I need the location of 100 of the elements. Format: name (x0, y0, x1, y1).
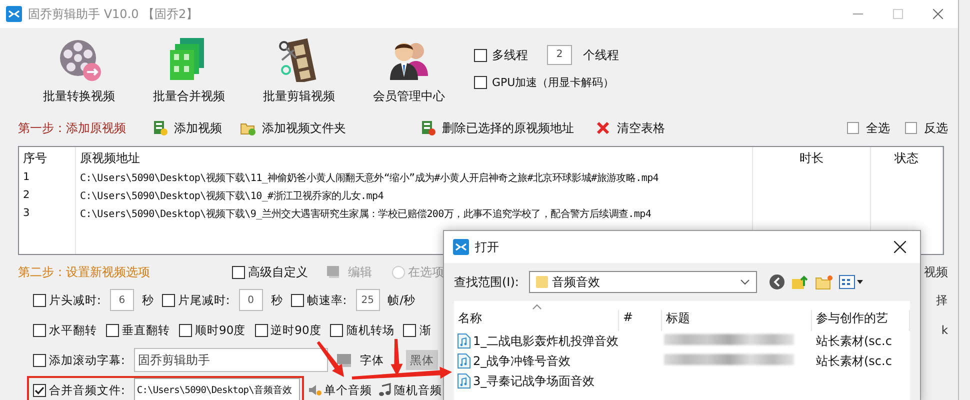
toolbar-button[interactable]: 清空表格 (595, 120, 695, 136)
artist-cell: 站长素材(sc.c (816, 354, 892, 368)
toolbar-button[interactable]: 添加视频 (152, 120, 240, 136)
checkbox[interactable] (403, 324, 416, 336)
music-note-icon (378, 383, 392, 397)
option-label: 择 (936, 292, 949, 308)
pencil-icon (326, 264, 342, 280)
table-cell: 3 (19, 205, 76, 223)
font-icon[interactable] (336, 351, 354, 369)
speaker-icon (308, 383, 322, 397)
cross-icon (595, 120, 611, 136)
new-folder-icon[interactable] (814, 274, 833, 290)
option-label: 视频 (924, 264, 949, 280)
window-title: 固乔剪辑助手 V10.0 【固乔2】 (28, 6, 198, 22)
toolbar-button[interactable]: 批量转换视频 (24, 28, 134, 106)
column-header[interactable]: 时长 (753, 147, 871, 169)
column-header[interactable]: # (619, 310, 662, 331)
column-header[interactable]: 标题 (662, 310, 812, 331)
checkbox-label: 多线程 (492, 46, 528, 64)
chevron-down-icon (740, 279, 750, 285)
checkbox[interactable] (106, 324, 119, 336)
checkbox[interactable] (474, 76, 487, 89)
step-title: 第二步：设置新视频选项 (18, 264, 151, 280)
number-field[interactable]: 0 (238, 289, 263, 311)
checkbox[interactable] (33, 294, 46, 306)
column-header[interactable]: 名称 (454, 310, 619, 331)
column-header[interactable]: 状态 (871, 147, 943, 169)
unit-label: 个线程 (583, 46, 619, 64)
column-header[interactable]: 参与创作的艺 (812, 310, 910, 331)
checkbox[interactable] (254, 324, 268, 336)
back-icon[interactable] (768, 274, 785, 290)
field-label: 查找范围(I): (454, 274, 519, 290)
checkbox-label: 合并音频文件: (49, 382, 125, 398)
toolbar-button[interactable]: 删除已选择的原视频地址 (420, 120, 595, 136)
checkbox[interactable] (330, 324, 344, 336)
checkbox[interactable] (33, 384, 46, 396)
step-title: 第一步：添加原视频 (18, 120, 127, 136)
checkbox[interactable] (232, 266, 245, 278)
unit-label: 帧/秒 (388, 292, 416, 308)
unit-label: 秒 (270, 292, 283, 308)
checkbox[interactable] (290, 294, 304, 306)
font-dropdown[interactable]: 黑体 (406, 350, 438, 370)
checkbox-label: GPU加速（用显卡解码） (492, 75, 614, 90)
audio-button[interactable]: 单个音频 (308, 382, 372, 398)
number-field[interactable]: 25 (356, 289, 380, 311)
thread-count-field[interactable]: 2 (547, 45, 572, 65)
checkbox[interactable] (33, 354, 46, 366)
column-header[interactable]: 序号 (19, 147, 76, 169)
toolbar-button[interactable]: 批量合并视频 (134, 28, 244, 106)
annotation-arrow (316, 341, 344, 377)
page-icon (846, 121, 860, 135)
checkbox[interactable] (179, 324, 192, 336)
unit-label: 秒 (142, 292, 154, 308)
close-icon[interactable] (894, 241, 906, 253)
text-field[interactable]: 固乔剪辑助手 (134, 348, 328, 372)
file-item[interactable]: 2_战争冲锋号音效 (454, 352, 619, 370)
select-button[interactable]: 全选 (846, 120, 890, 136)
path-field[interactable]: C:\Users\5090\Desktop\音频音效 (134, 378, 300, 400)
checkbox-label: 片尾减时: (178, 292, 230, 308)
table-cell: 1 (19, 169, 76, 187)
checkbox-label: 逆时90度 (270, 322, 322, 338)
app-logo-icon (6, 6, 22, 22)
audio-button[interactable]: 随机音频 (378, 382, 442, 398)
folder-icon (536, 275, 548, 289)
folder-dropdown[interactable]: 音频音效 (528, 271, 757, 293)
page-icon (904, 121, 918, 135)
document-minus-icon (420, 120, 436, 136)
up-folder-icon[interactable] (790, 274, 809, 290)
select-button[interactable]: 反选 (904, 120, 948, 136)
radio-label: 在选项 (408, 264, 444, 280)
table-cell: C:\Users\5090\Desktop\视频下载\10_#浙江卫视乔家的儿女.mp4 (76, 187, 753, 205)
file-item[interactable]: 3_寻秦记战争场面音效 (454, 372, 619, 390)
checkbox-label: 渐 (419, 322, 432, 338)
checkbox[interactable] (162, 294, 175, 306)
document-plus-icon (152, 120, 168, 136)
table-cell: C:\Users\5090\Desktop\视频下载\11_神偷奶爸小黄人闹翻天意外“缩小”成为#小黄人开启神奇之旅#北京环球影城#旅游攻略.mp4 (76, 169, 753, 187)
checkbox-label: 添加滚动字幕: (49, 352, 125, 368)
file-item[interactable]: 1_二战电影轰炸机投弹音效 (454, 332, 619, 350)
checkbox[interactable] (33, 324, 46, 336)
audio-file-icon (457, 333, 471, 349)
audio-file-icon (457, 353, 471, 369)
app-logo-icon (453, 239, 469, 255)
audio-file-icon (457, 373, 471, 389)
toolbar-button[interactable]: 会员管理中心 (354, 28, 464, 106)
toolbar-button[interactable]: 添加视频文件夹 (240, 120, 420, 136)
artist-cell: 站长素材(sc.c (816, 334, 892, 348)
checkbox[interactable] (474, 48, 487, 62)
radio-button[interactable] (392, 266, 405, 278)
unit-label: 字体 (360, 352, 384, 368)
column-header[interactable]: 原视频地址 (76, 147, 753, 169)
checkbox-label: 垂直翻转 (122, 322, 170, 338)
toolbar-button[interactable]: 批量剪辑视频 (244, 28, 354, 106)
checkbox-label: 水平翻转 (49, 322, 97, 338)
table-cell: 2 (19, 187, 76, 205)
number-field[interactable]: 6 (110, 289, 134, 311)
dialog-title: 打开 (475, 238, 499, 256)
view-menu-icon[interactable] (838, 275, 865, 289)
sort-caret-icon (532, 304, 542, 310)
checkbox-label: 顺时90度 (195, 322, 246, 338)
checkbox-label: 高级自定义 (248, 264, 308, 280)
